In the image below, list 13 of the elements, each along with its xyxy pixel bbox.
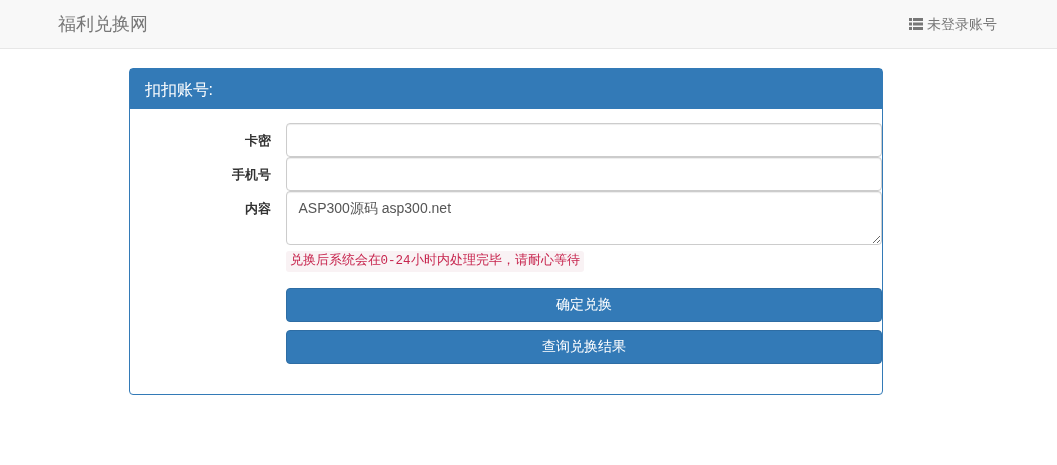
account-link[interactable]: 未登录账号 — [909, 13, 997, 35]
field-label: 卡密 — [243, 132, 271, 150]
field-label: 手机号 — [230, 166, 271, 184]
field-label: 内容 — [243, 200, 271, 218]
submit-button[interactable]: 查询兑换结果 — [285, 329, 882, 364]
input-field[interactable] — [285, 123, 882, 157]
text-area[interactable]: ASP300源码 asp300.net — [285, 191, 882, 245]
list-icon — [909, 18, 923, 30]
panel-title: 扣扣账号: — [129, 69, 882, 109]
hint-text: 兑换后系统会在0-24小时内处理完毕，请耐心等待 — [285, 251, 584, 272]
site-title[interactable]: 福利兑换网 — [58, 10, 148, 38]
input-field[interactable] — [285, 157, 882, 191]
submit-button[interactable]: 确定兑换 — [285, 287, 882, 322]
